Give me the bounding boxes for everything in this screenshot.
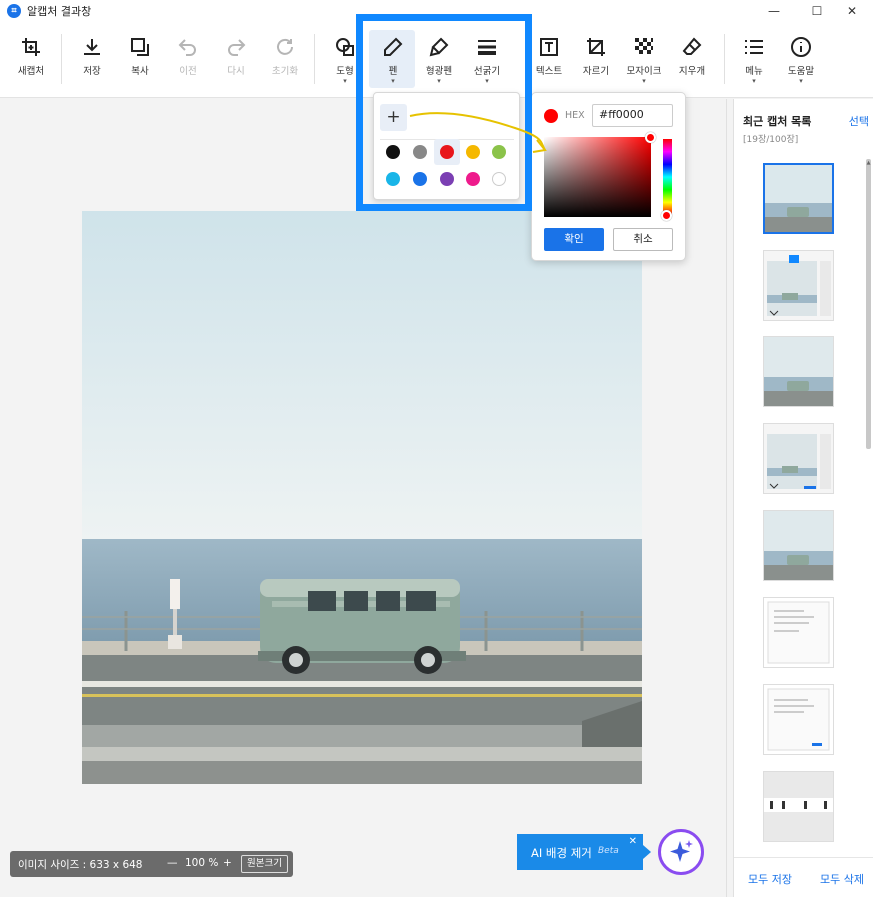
mosaic-button[interactable]: 모자이크 ▾ <box>620 36 668 85</box>
capture-thumbnail[interactable] <box>763 510 834 581</box>
text-button[interactable]: 텍스트 <box>525 36 573 77</box>
window-title: 알캡처 결과창 <box>27 5 92 18</box>
panel-splitter[interactable] <box>726 99 733 897</box>
ai-sparkle-button[interactable] <box>658 829 704 875</box>
zoom-out-button[interactable]: — <box>167 857 178 869</box>
new-capture-button[interactable]: 새캡처 <box>7 36 55 77</box>
toolbar-divider <box>314 34 315 84</box>
hex-label: HEX <box>565 110 585 121</box>
info-icon <box>777 36 825 60</box>
close-icon[interactable]: ✕ <box>629 836 637 847</box>
hex-input[interactable]: #ff0000 <box>592 104 673 127</box>
mosaic-icon <box>620 36 668 60</box>
copy-icon <box>116 36 164 60</box>
undo-button[interactable]: 이전 <box>164 36 212 77</box>
color-picker-handle[interactable] <box>645 132 656 143</box>
current-color-dot <box>544 109 558 123</box>
panel-footer: 모두 저장 모두 삭제 <box>734 857 873 897</box>
undo-icon <box>164 36 212 60</box>
ai-tooltip-arrow <box>643 845 651 859</box>
zoom-in-button[interactable]: + <box>223 857 232 869</box>
image-size-label: 이미지 사이즈 : 633 x 648 <box>18 859 143 871</box>
crop-icon <box>7 36 55 60</box>
select-link[interactable]: 선택 <box>849 113 869 129</box>
copy-button[interactable]: 복사 <box>116 36 164 77</box>
cancel-button[interactable]: 취소 <box>613 228 673 251</box>
capture-app-icon: ⌗ <box>7 4 21 18</box>
eraser-button[interactable]: 지우개 <box>668 36 716 77</box>
save-all-link[interactable]: 모두 저장 <box>748 871 792 887</box>
chevron-down-icon: ▾ <box>752 77 756 85</box>
download-icon <box>68 36 116 60</box>
sparkle-icon <box>670 840 693 862</box>
thumbnail-scrollbar[interactable]: ▲ <box>866 159 871 859</box>
chevron-down-icon: ▾ <box>799 77 803 85</box>
color-picker: HEX #ff0000 확인 취소 <box>531 92 686 261</box>
crop-tool-icon <box>572 36 620 60</box>
status-bar: 이미지 사이즈 : 633 x 648 — 100 % + 원본크기 <box>10 851 293 877</box>
list-icon <box>730 36 778 60</box>
refresh-icon <box>261 36 309 60</box>
hue-slider-handle[interactable] <box>661 210 672 221</box>
highlight-annotation-box <box>356 14 532 211</box>
toolbar-divider <box>724 34 725 84</box>
ai-background-remove-button[interactable]: AI 배경 제거 Beta ✕ <box>517 834 643 870</box>
original-size-button[interactable]: 원본크기 <box>241 855 288 873</box>
svg-text:▲: ▲ <box>867 160 871 166</box>
minimize-button[interactable]: — <box>752 0 796 22</box>
close-button[interactable]: ✕ <box>830 0 873 22</box>
capture-thumbnail[interactable] <box>763 336 834 407</box>
hue-slider[interactable] <box>663 139 672 215</box>
capture-thumbnail[interactable] <box>763 250 834 321</box>
capture-thumbnail[interactable] <box>763 771 834 842</box>
zoom-level: 100 % <box>185 857 219 869</box>
redo-button[interactable]: 다시 <box>212 36 260 77</box>
capture-thumbnail[interactable] <box>763 163 834 234</box>
confirm-button[interactable]: 확인 <box>544 228 604 251</box>
recent-captures-title: 최근 캡처 목록 <box>743 115 812 128</box>
redo-icon <box>212 36 260 60</box>
capture-count: [19장/100장] <box>743 135 799 145</box>
save-button[interactable]: 저장 <box>68 36 116 77</box>
help-button[interactable]: 도움말 ▾ <box>777 36 825 85</box>
beta-badge: Beta <box>598 846 619 856</box>
eraser-icon <box>668 36 716 60</box>
capture-thumbnail[interactable] <box>763 423 834 494</box>
toolbar-divider <box>61 34 62 84</box>
text-icon <box>525 36 573 60</box>
crop-button[interactable]: 자르기 <box>572 36 620 77</box>
capture-thumbnail[interactable] <box>763 597 834 668</box>
recent-captures-panel: 최근 캡처 목록 선택 [19장/100장] ▲ 모두 저장 모두 삭제 <box>733 99 873 897</box>
saturation-value-area[interactable] <box>544 137 651 217</box>
captured-image[interactable] <box>82 211 642 784</box>
delete-all-link[interactable]: 모두 삭제 <box>820 871 864 887</box>
reset-button[interactable]: 초기화 <box>261 36 309 77</box>
ai-label: AI 배경 제거 <box>531 846 592 860</box>
menu-button[interactable]: 메뉴 ▾ <box>730 36 778 85</box>
chevron-down-icon: ▾ <box>642 77 646 85</box>
capture-thumbnail[interactable] <box>763 684 834 755</box>
